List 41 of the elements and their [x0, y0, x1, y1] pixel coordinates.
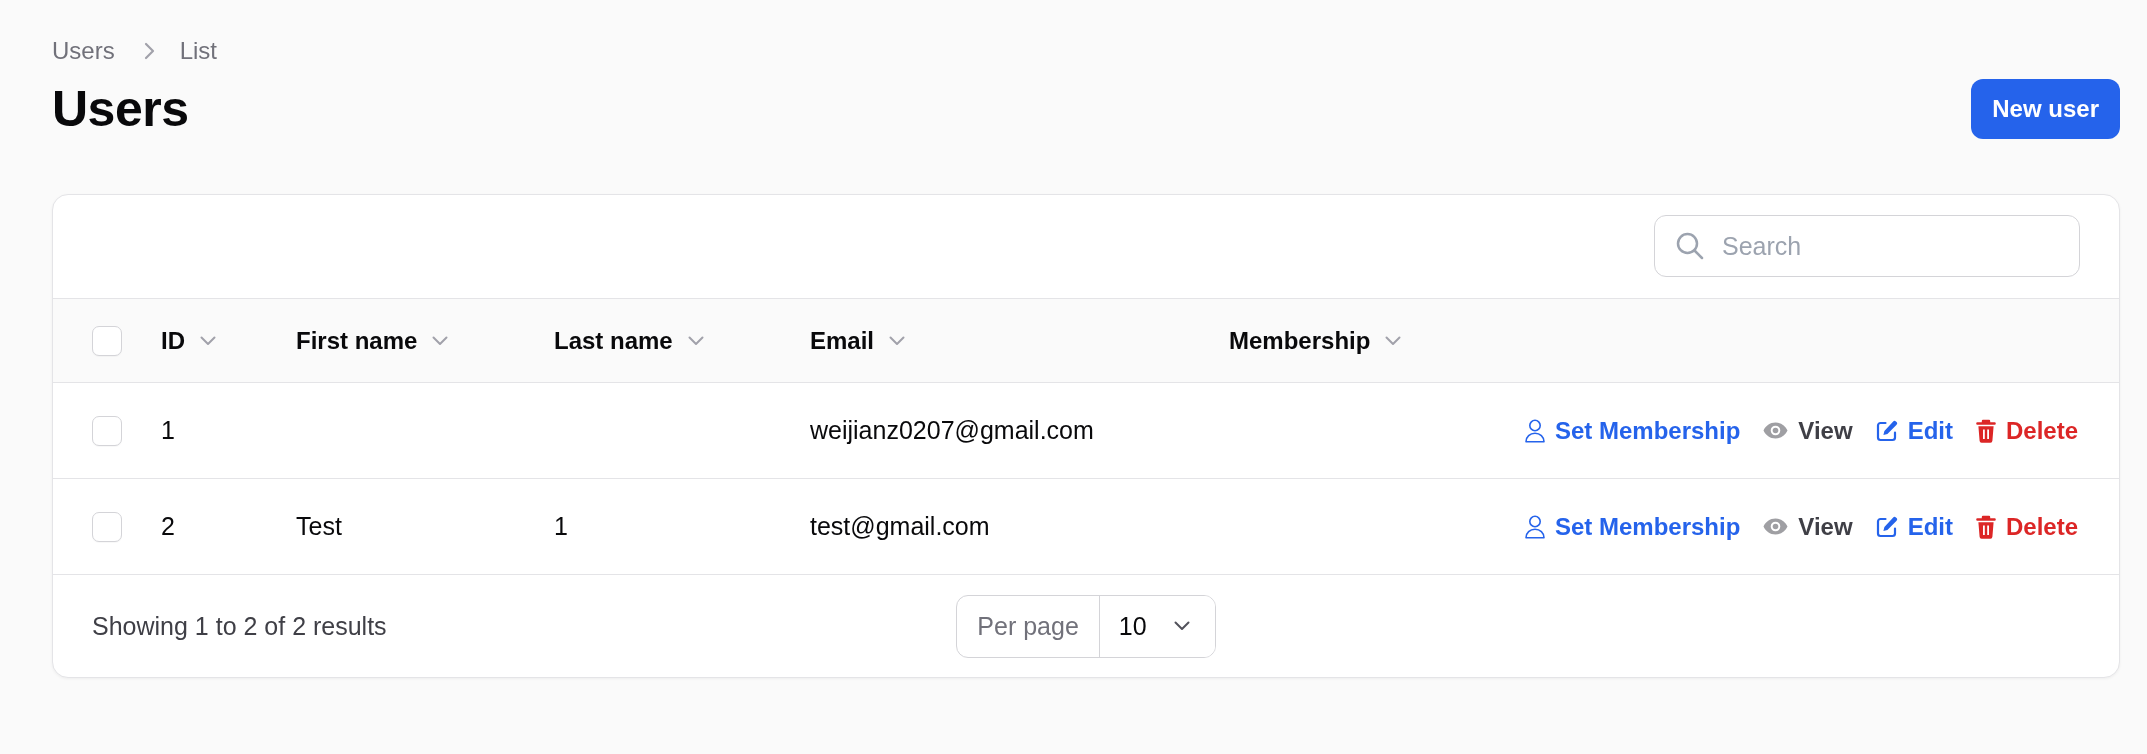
- eye-icon: [1763, 422, 1789, 439]
- table-cell: 1: [554, 512, 568, 540]
- search-icon: [1676, 232, 1704, 260]
- person-icon: [1524, 418, 1545, 443]
- eye-icon: [1763, 518, 1789, 535]
- delete-link[interactable]: Delete: [1975, 512, 2078, 541]
- table-cell: 2: [161, 512, 175, 540]
- search-field[interactable]: Search: [1654, 215, 2080, 277]
- table-cell: weijianz0207@gmail.com: [810, 416, 1094, 444]
- person-icon: [1524, 514, 1545, 539]
- page-title: Users: [52, 80, 190, 139]
- new-user-button[interactable]: New user: [1971, 79, 2120, 139]
- chevron-down-icon: [1173, 621, 1190, 631]
- column-header[interactable]: Membership: [1229, 326, 1402, 355]
- edit-link[interactable]: Edit: [1875, 416, 1953, 445]
- per-page-label: Per page: [976, 610, 1080, 642]
- pencil-square-icon: [1875, 515, 1898, 538]
- results-summary: Showing 1 to 2 of 2 results: [92, 611, 387, 641]
- trash-icon: [1975, 514, 1996, 539]
- table-cell: test@gmail.com: [810, 512, 990, 540]
- per-page-select[interactable]: 10: [1098, 595, 1215, 657]
- row-checkbox[interactable]: [92, 415, 122, 446]
- column-header[interactable]: ID: [161, 326, 216, 355]
- column-header[interactable]: First name: [296, 326, 449, 355]
- delete-link[interactable]: Delete: [1975, 416, 2078, 445]
- set-membership-link[interactable]: Set Membership: [1524, 512, 1741, 541]
- set-membership-link[interactable]: Set Membership: [1524, 416, 1741, 445]
- pencil-square-icon: [1875, 419, 1898, 442]
- breadcrumb-current: List: [179, 36, 218, 65]
- table-cell: 1: [161, 416, 175, 444]
- view-link[interactable]: View: [1763, 512, 1853, 541]
- column-header[interactable]: Email: [810, 326, 906, 355]
- row-checkbox[interactable]: [92, 511, 122, 542]
- view-link[interactable]: View: [1763, 416, 1853, 445]
- table-cell: Test: [296, 512, 342, 540]
- chevron-right-icon: [143, 41, 155, 60]
- select-all-checkbox[interactable]: [92, 325, 122, 356]
- edit-link[interactable]: Edit: [1875, 512, 1953, 541]
- breadcrumb-link[interactable]: Users: [52, 36, 115, 65]
- column-header[interactable]: Last name: [554, 326, 704, 355]
- trash-icon: [1975, 418, 1996, 443]
